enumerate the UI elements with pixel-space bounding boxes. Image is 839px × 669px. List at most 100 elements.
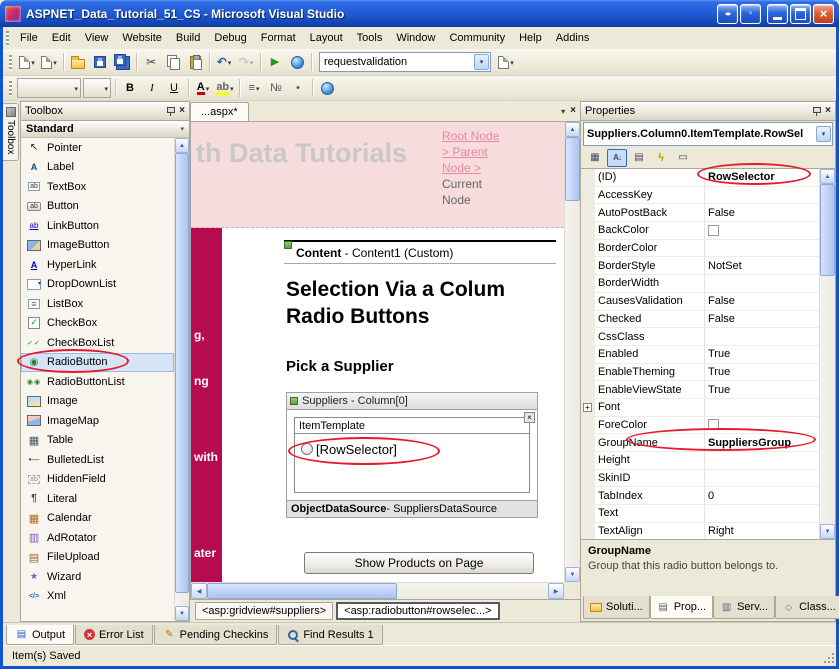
scroll-thumb[interactable] (820, 184, 835, 276)
properties-scrollbar[interactable]: ▲ ▼ (819, 169, 835, 539)
style-combobox[interactable] (17, 78, 81, 98)
property-row[interactable]: TextAlign Right (581, 523, 819, 539)
panel-tab-propstab[interactable]: Prop... (650, 596, 713, 619)
property-value[interactable]: RowSelector (705, 171, 819, 183)
property-row[interactable]: AccessKey (581, 187, 819, 205)
sidebar-link-fragment[interactable]: with (194, 450, 218, 464)
font-color-button[interactable]: A (192, 77, 214, 99)
toolbox-item-linkbutton[interactable]: LinkButton (21, 216, 174, 236)
scroll-track[interactable] (397, 583, 548, 599)
restore-button[interactable] (790, 4, 811, 24)
itemtemplate-region[interactable]: ItemTemplate [RowSelector] (294, 417, 530, 493)
paste-button[interactable] (184, 51, 206, 73)
toolbox-item-xml[interactable]: Xml (21, 587, 174, 607)
design-surface[interactable]: th Data Tutorials Root Node> ParentNode … (190, 121, 581, 600)
property-value[interactable]: True (705, 384, 819, 396)
find-options-button[interactable] (495, 51, 517, 73)
menu-item-build[interactable]: Build (169, 29, 207, 47)
search-combobox[interactable]: requestvalidation (319, 52, 491, 72)
combobox-dropdown-icon[interactable] (816, 126, 831, 142)
close-icon[interactable]: × (179, 106, 185, 116)
toolbox-item-hyperlink[interactable]: HyperLink (21, 255, 174, 275)
objectdatasource-bar[interactable]: ObjectDataSource - SuppliersDataSource (286, 501, 538, 518)
menu-item-file[interactable]: File (13, 29, 45, 47)
new-file-button[interactable] (16, 51, 38, 73)
property-row[interactable]: Checked False (581, 311, 819, 329)
scroll-left-button[interactable]: ◀ (191, 583, 207, 599)
expand-icon[interactable] (583, 403, 592, 412)
property-row[interactable]: CssClass (581, 328, 819, 346)
property-row[interactable]: AutoPostBack False (581, 204, 819, 222)
content-region-header[interactable]: Content - Content1 (Custom) (284, 242, 556, 264)
document-tab[interactable]: ...aspx* (190, 102, 249, 121)
show-products-button[interactable]: Show Products on Page (304, 552, 534, 574)
panel-tab-findresults[interactable]: Find Results 1 (278, 625, 382, 645)
toolbox-item-literal[interactable]: Literal (21, 489, 174, 509)
property-value[interactable]: False (705, 313, 819, 325)
panel-tab-classview[interactable]: Class... (775, 596, 839, 619)
property-row[interactable]: BackColor (581, 222, 819, 240)
bulleted-list-button[interactable]: • (287, 77, 309, 99)
toolbox-item-dropdownlist[interactable]: DropDownList (21, 275, 174, 295)
sidebar-link-fragment[interactable]: ater (194, 546, 216, 560)
toolbox-item-calendar[interactable]: Calendar (21, 509, 174, 529)
menu-item-edit[interactable]: Edit (45, 29, 78, 47)
breadcrumb-link[interactable]: > Parent (442, 144, 542, 160)
panel-tab-errorlist[interactable]: Error List (75, 625, 153, 645)
toolbox-item-listbox[interactable]: ListBox (21, 294, 174, 314)
property-row[interactable]: GroupName SuppliersGroup (581, 434, 819, 452)
property-value[interactable] (705, 419, 819, 430)
toolbox-item-button[interactable]: Button (21, 197, 174, 217)
rowselector-radiobutton[interactable]: [RowSelector] (316, 442, 397, 457)
properties-view-button[interactable]: ▤ (629, 149, 649, 167)
highlight-button[interactable]: ab (214, 77, 236, 99)
events-button[interactable]: ϟ (651, 149, 671, 167)
bold-button[interactable]: B (119, 77, 141, 99)
toolbox-titlebar[interactable]: Toolbox × (21, 102, 189, 121)
gridview-header[interactable]: Suppliers - Column[0] (286, 392, 538, 410)
toolbox-item-wizard[interactable]: Wizard (21, 567, 174, 587)
tag-nav-tab[interactable]: <asp:radiobutton#rowselec...> (336, 602, 499, 620)
window-context-button[interactable] (740, 4, 761, 24)
property-row[interactable]: Enabled True (581, 346, 819, 364)
property-row[interactable]: TabIndex 0 (581, 487, 819, 505)
toolbox-item-textbox[interactable]: TextBox (21, 177, 174, 197)
categorized-button[interactable]: ▦ (585, 149, 605, 167)
menu-item-layout[interactable]: Layout (303, 29, 350, 47)
scroll-up-button[interactable]: ▲ (175, 138, 189, 153)
panel-tab-output[interactable]: Output (6, 625, 74, 645)
window-arrows-button[interactable] (717, 4, 738, 24)
toolbox-item-radiobutton[interactable]: RadioButton (21, 353, 174, 373)
toolbox-item-imagebutton[interactable]: ImageButton (21, 236, 174, 256)
scroll-up-button[interactable]: ▲ (820, 169, 835, 184)
browse-button[interactable] (286, 51, 308, 73)
scroll-down-button[interactable]: ▼ (175, 606, 189, 621)
content-region[interactable]: Content - Content1 (Custom) Selection Vi… (284, 240, 556, 600)
menu-item-help[interactable]: Help (512, 29, 549, 47)
property-row[interactable]: Text (581, 505, 819, 523)
toolbox-item-radiobuttonlist[interactable]: RadioButtonList (21, 372, 174, 392)
toolbox-item-hiddenfield[interactable]: HiddenField (21, 470, 174, 490)
toolbox-item-checkbox[interactable]: CheckBox (21, 314, 174, 334)
close-button[interactable] (813, 4, 834, 24)
scroll-down-button[interactable]: ▼ (565, 567, 580, 582)
pin-icon[interactable] (812, 106, 821, 116)
property-row[interactable]: BorderColor (581, 240, 819, 258)
breadcrumb-link[interactable]: Node (442, 192, 542, 208)
copy-button[interactable] (162, 51, 184, 73)
numbered-list-button[interactable]: № (265, 77, 287, 99)
property-value[interactable]: Right (705, 525, 819, 537)
hyperlink-button[interactable] (316, 77, 338, 99)
property-value[interactable]: SuppliersGroup (705, 437, 819, 449)
property-value[interactable]: True (705, 366, 819, 378)
resize-grip[interactable] (822, 651, 835, 664)
breadcrumb-link[interactable]: Current (442, 176, 542, 192)
tab-list-dropdown-icon[interactable] (561, 105, 565, 117)
gridview-control[interactable]: Suppliers - Column[0] ItemTemplate (286, 392, 538, 518)
italic-button[interactable]: I (141, 77, 163, 99)
property-row[interactable]: EnableViewState True (581, 381, 819, 399)
property-row[interactable]: EnableTheming True (581, 364, 819, 382)
scroll-right-button[interactable]: ▶ (548, 583, 564, 599)
tag-nav-tab[interactable]: <asp:gridview#suppliers> (195, 602, 333, 620)
panel-tab-pending[interactable]: Pending Checkins (154, 625, 278, 645)
